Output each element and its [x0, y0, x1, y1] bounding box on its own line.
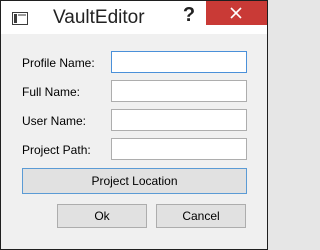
vault-editor-window: VaultEditor ? Profile Name: Full Name: U… [0, 0, 268, 250]
full-name-field[interactable] [111, 80, 247, 102]
profile-name-field[interactable] [111, 51, 247, 73]
help-button[interactable]: ? [180, 1, 198, 29]
project-path-field[interactable] [111, 138, 247, 160]
window-title: VaultEditor [53, 7, 145, 28]
cancel-button[interactable]: Cancel [156, 204, 246, 228]
close-icon [230, 7, 242, 19]
user-name-field[interactable] [111, 109, 247, 131]
profile-name-label: Profile Name: [22, 56, 95, 70]
full-name-label: Full Name: [22, 85, 81, 99]
ok-button[interactable]: Ok [57, 204, 147, 228]
title-bar: VaultEditor ? [1, 1, 267, 34]
app-window-icon [12, 12, 28, 25]
project-location-button[interactable]: Project Location [22, 168, 247, 194]
project-path-label: Project Path: [22, 143, 91, 157]
user-name-label: User Name: [22, 114, 87, 128]
close-button[interactable] [206, 1, 267, 25]
